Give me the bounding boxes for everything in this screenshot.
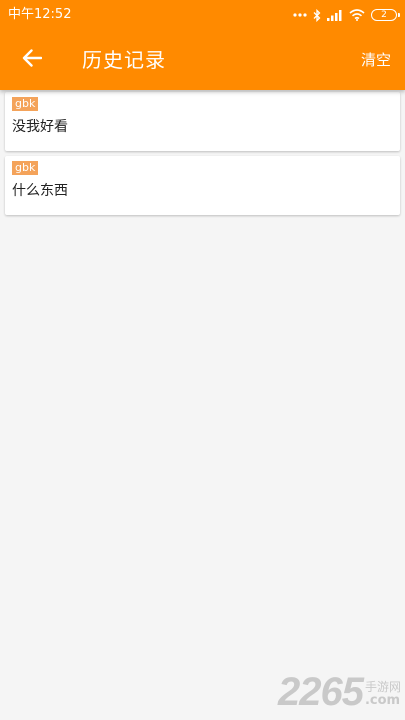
history-item[interactable]: gbk 什么东西 xyxy=(5,156,400,215)
encoding-badge: gbk xyxy=(12,97,39,111)
battery-icon: 2 xyxy=(371,9,400,21)
watermark-site-name: 手游网 xyxy=(364,680,401,694)
arrow-left-icon xyxy=(22,49,43,71)
signal-icon xyxy=(327,9,343,21)
encoding-badge: gbk xyxy=(12,161,39,175)
status-icons: 2 xyxy=(293,7,400,23)
wifi-icon xyxy=(349,9,365,21)
back-button[interactable] xyxy=(14,42,50,78)
page-title: 历史记录 xyxy=(82,48,166,72)
watermark-number: 2265 xyxy=(278,670,364,714)
history-list: gbk 没我好看 gbk 什么东西 xyxy=(5,92,400,220)
toolbar: 历史记录 清空 xyxy=(0,30,405,90)
more-dots-icon xyxy=(293,13,307,17)
history-item[interactable]: gbk 没我好看 xyxy=(5,92,400,151)
app-bar: 中午12:52 2 历史记录 清空 xyxy=(0,0,405,90)
watermark-tld: .com xyxy=(364,693,401,708)
watermark-logo: 2265 手游网 .com xyxy=(278,672,401,712)
bluetooth-icon xyxy=(313,8,321,22)
status-time: 中午12:52 xyxy=(8,7,72,22)
status-bar: 中午12:52 2 xyxy=(0,0,405,30)
clear-button[interactable]: 清空 xyxy=(361,49,391,71)
watermark-site: 手游网 .com xyxy=(365,680,401,708)
history-item-text: 什么东西 xyxy=(12,183,68,199)
history-item-text: 没我好看 xyxy=(12,119,68,135)
